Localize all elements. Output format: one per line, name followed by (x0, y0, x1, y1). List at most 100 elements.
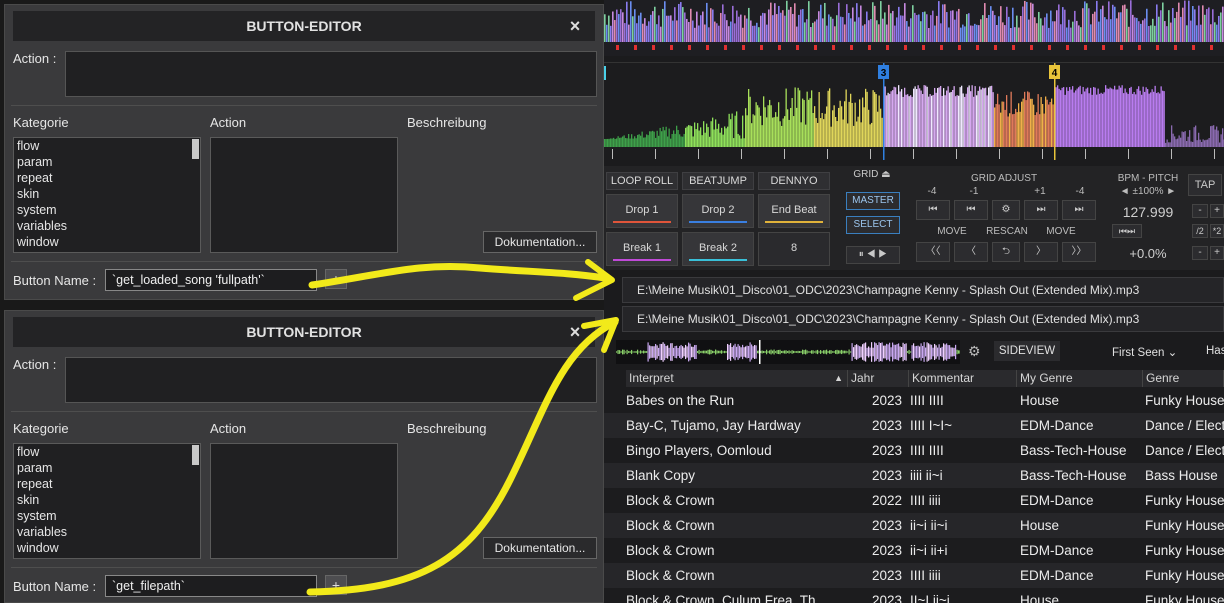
kategorie-list[interactable]: flow param repeat skin system variables … (13, 443, 201, 559)
plus-icon[interactable]: + (1210, 246, 1224, 260)
list-item[interactable]: flow (14, 444, 200, 460)
chevron-double-right-icon[interactable]: 〉〉 (1062, 242, 1096, 262)
minus-icon[interactable]: - (1192, 246, 1208, 260)
table-row[interactable]: Bingo Players, Oomloud 2023 IIII IIII Bass-… (604, 438, 1224, 463)
chevron-left-icon[interactable]: 〈 (954, 242, 988, 262)
table-cell-comment: IIII IIII (910, 443, 944, 458)
column-header-my-genre[interactable]: My Genre (1017, 370, 1143, 387)
list-item[interactable]: skin (14, 186, 200, 202)
table-row[interactable]: Block & Crown 2023 ii~i ii+i EDM-Dance Funky… (604, 538, 1224, 563)
table-cell-artist: Block & Crown (626, 543, 715, 558)
action-list[interactable] (210, 443, 398, 559)
table-cell-genre: Funky House (1145, 493, 1224, 508)
grid-toggle[interactable]: GRID ⏏ (844, 168, 900, 184)
chevron-right-icon[interactable]: 〉 (1024, 242, 1058, 262)
column-header-interpret[interactable]: Interpret ▲ (626, 370, 848, 387)
pad-mode-loop-roll[interactable]: LOOP ROLL (606, 172, 678, 190)
list-item[interactable]: system (14, 508, 200, 524)
table-cell-year: 2023 (872, 593, 903, 603)
list-item[interactable]: repeat (14, 476, 200, 492)
half-bpm-button[interactable]: /2 (1192, 224, 1208, 238)
list-item[interactable]: flow (14, 138, 200, 154)
select-button[interactable]: SELECT (846, 216, 900, 234)
documentation-button[interactable]: Dokumentation... (483, 537, 597, 559)
close-icon[interactable]: × (563, 11, 587, 41)
action-textarea[interactable] (65, 51, 597, 97)
zoomed-waveform[interactable]: 3 4 (604, 62, 1224, 160)
tempo-nudge-icon[interactable]: ⏮⏭ (1112, 224, 1142, 238)
list-item[interactable]: repeat (14, 170, 200, 186)
action-textarea[interactable] (65, 357, 597, 403)
list-item[interactable]: variables (14, 218, 200, 234)
action-list[interactable] (210, 137, 398, 253)
pad-drop-2[interactable]: Drop 2 (682, 194, 754, 228)
pad-color-bar (765, 221, 823, 223)
column-header-jahr[interactable]: Jahr (848, 370, 909, 387)
browser-table: Interpret ▲ Jahr Kommentar My Genre Genre… (604, 370, 1224, 603)
next-column-label: Has (1206, 345, 1224, 357)
button-name-input[interactable]: `get_loaded_song 'fullpath'` (105, 269, 317, 291)
column-header-genre[interactable]: Genre (1143, 370, 1224, 387)
pad-8[interactable]: 8 (758, 232, 830, 266)
table-row[interactable]: Block & Crown 2023 IIII iiii EDM-Dance Funky… (604, 563, 1224, 588)
plus-icon[interactable]: + (1210, 204, 1224, 218)
grid-jump-forward-4-icon[interactable]: ⏭ (1062, 200, 1096, 220)
add-button[interactable]: + (325, 575, 347, 595)
pitch-range[interactable]: ◄ ±100% ► (1108, 186, 1188, 197)
scrollbar-thumb[interactable] (192, 445, 199, 465)
table-cell-comment: IIII iiii (910, 568, 941, 583)
table-cell-mygenre: EDM-Dance (1020, 568, 1094, 583)
list-item[interactable]: skin (14, 492, 200, 508)
sort-dropdown[interactable]: First Seen ⌄ (1112, 345, 1177, 359)
table-row[interactable]: Babes on the Run 2023 IIII IIII House Funky … (604, 388, 1224, 413)
close-icon[interactable]: × (563, 317, 587, 347)
table-cell-artist: Bay-C, Tujamo, Jay Hardway (626, 418, 801, 433)
transport-mini-controls[interactable]: ⏸ ◀ ▶ (846, 246, 900, 264)
pad-end-beat[interactable]: End Beat (758, 194, 830, 228)
table-cell-genre: Bass House (1145, 468, 1218, 483)
table-cell-mygenre: EDM-Dance (1020, 418, 1094, 433)
chevron-double-left-icon[interactable]: 〈〈 (916, 242, 950, 262)
list-item[interactable]: param (14, 460, 200, 476)
list-item[interactable]: param (14, 154, 200, 170)
list-item[interactable]: window (14, 540, 200, 556)
rescan-icon[interactable]: ⮌ (992, 242, 1020, 262)
scrollbar-thumb[interactable] (192, 139, 199, 159)
table-row[interactable]: Block & Crown, Culum Frea, Th 2023 II~I ii… (604, 588, 1224, 603)
table-row[interactable]: Bay-C, Tujamo, Jay Hardway 2023 IIII I~I~ E… (604, 413, 1224, 438)
add-button[interactable]: + (325, 269, 347, 289)
pad-break-2[interactable]: Break 2 (682, 232, 754, 266)
mini-waveform[interactable] (616, 340, 960, 364)
documentation-button[interactable]: Dokumentation... (483, 231, 597, 253)
sort-arrow-icon: ▲ (834, 373, 843, 383)
table-cell-year: 2023 (872, 568, 903, 583)
button-name-input[interactable]: `get_filepath` (105, 575, 317, 597)
double-bpm-button[interactable]: *2 (1210, 224, 1224, 238)
grid-back-1-icon[interactable]: ⏮ (954, 200, 988, 220)
tap-button[interactable]: TAP (1188, 174, 1222, 196)
table-row[interactable]: Block & Crown 2023 ii~i ii~i House Funky Hou… (604, 513, 1224, 538)
overview-waveform[interactable] (604, 0, 1224, 56)
pad-mode-dennyo[interactable]: DENNYO (758, 172, 830, 190)
table-cell-artist: Block & Crown, Culum Frea, Th (626, 593, 816, 603)
gear-icon[interactable]: ⚙ (968, 343, 981, 360)
grid-jump-back-4-icon[interactable]: ⏮ (916, 200, 950, 220)
list-item[interactable]: variables (14, 524, 200, 540)
master-button[interactable]: MASTER (846, 192, 900, 210)
grid-forward-1-icon[interactable]: ⏭ (1024, 200, 1058, 220)
list-item[interactable]: system (14, 202, 200, 218)
bpm-display[interactable]: 127.999 (1108, 204, 1188, 220)
list-item[interactable]: window (14, 234, 200, 250)
gear-icon[interactable]: ⚙ (992, 200, 1020, 220)
pad-break-1[interactable]: Break 1 (606, 232, 678, 266)
minus-icon[interactable]: - (1192, 204, 1208, 218)
grid-label: GRID (853, 169, 879, 180)
pad-mode-beatjump[interactable]: BEATJUMP (682, 172, 754, 190)
sideview-button[interactable]: SIDEVIEW (994, 341, 1060, 361)
pad-drop-1[interactable]: Drop 1 (606, 194, 678, 228)
table-row[interactable]: Blank Copy 2023 iiii ii~i Bass-Tech-House Ba… (604, 463, 1224, 488)
kategorie-list[interactable]: flow param repeat skin system variables … (13, 137, 201, 253)
table-row[interactable]: Block & Crown 2022 IIII iiii EDM-Dance Funky… (604, 488, 1224, 513)
move-left-label: MOVE (937, 226, 967, 237)
column-header-kommentar[interactable]: Kommentar (909, 370, 1017, 387)
